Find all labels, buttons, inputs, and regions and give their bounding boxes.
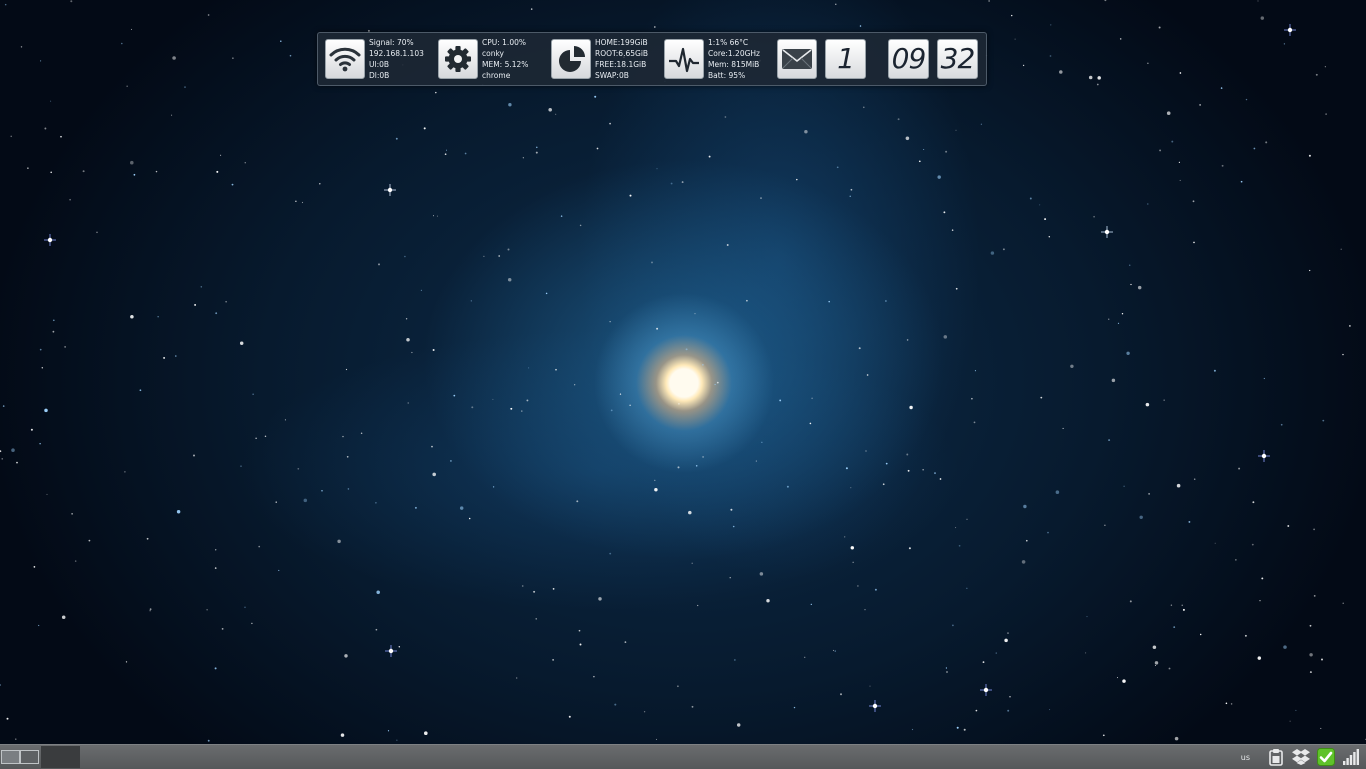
wifi-signal: Signal: 70% bbox=[369, 38, 414, 47]
keyboard-layout-indicator[interactable]: us bbox=[1241, 753, 1250, 762]
clock-minutes: 32 bbox=[937, 39, 978, 79]
disk-root: ROOT:6.65GiB bbox=[595, 49, 649, 58]
unread-mail-count: 1 bbox=[825, 39, 866, 79]
mem-top-process: chrome bbox=[482, 71, 511, 80]
cpu-frequency: Core:1.20GHz bbox=[708, 49, 760, 58]
ip-address: 192.168.1.103 bbox=[369, 49, 424, 58]
cpu-usage: CPU: 1.00% bbox=[482, 38, 526, 47]
mail-icon bbox=[777, 39, 817, 79]
clipboard-icon[interactable] bbox=[1267, 748, 1285, 766]
cpu-top-process: conky bbox=[482, 49, 504, 58]
swap-usage: SWAP:0B bbox=[595, 71, 629, 80]
disk-free: FREE:18.1GiB bbox=[595, 60, 647, 69]
signal-bars-icon[interactable] bbox=[1342, 748, 1360, 766]
download-speed: Dl:0B bbox=[369, 71, 390, 80]
load-temperature: 1:1% 66°C bbox=[708, 38, 749, 47]
gear-icon bbox=[438, 39, 478, 79]
dropbox-icon[interactable] bbox=[1292, 748, 1310, 766]
conky-monitor-bar: Signal: 70% 192.168.1.103 Ul:0B Dl:0B CP… bbox=[317, 32, 987, 86]
update-check-icon[interactable] bbox=[1317, 748, 1335, 766]
wifi-icon bbox=[325, 39, 365, 79]
process-info: CPU: 1.00% conky MEM: 5.12% chrome bbox=[482, 37, 528, 81]
system-tray: us bbox=[1241, 747, 1360, 767]
taskbar-window-list[interactable] bbox=[41, 746, 80, 768]
memory-used: Mem: 815MiB bbox=[708, 60, 760, 69]
system-info: 1:1% 66°C Core:1.20GHz Mem: 815MiB Batt:… bbox=[708, 37, 760, 81]
disk-info: HOME:199GiB ROOT:6.65GiB FREE:18.1GiB SW… bbox=[595, 37, 648, 81]
pulse-icon bbox=[664, 39, 704, 79]
workspace-2[interactable] bbox=[20, 750, 39, 764]
workspace-pager bbox=[0, 746, 80, 768]
network-info: Signal: 70% 192.168.1.103 Ul:0B Dl:0B bbox=[369, 37, 424, 81]
upload-speed: Ul:0B bbox=[369, 60, 390, 69]
disk-pie-icon bbox=[551, 39, 591, 79]
star-field bbox=[0, 0, 1366, 742]
disk-home: HOME:199GiB bbox=[595, 38, 648, 47]
battery-level: Batt: 95% bbox=[708, 71, 746, 80]
mem-usage: MEM: 5.12% bbox=[482, 60, 529, 69]
clock-hours: 09 bbox=[888, 39, 929, 79]
taskbar: us bbox=[0, 744, 1366, 769]
workspace-1[interactable] bbox=[1, 750, 20, 764]
